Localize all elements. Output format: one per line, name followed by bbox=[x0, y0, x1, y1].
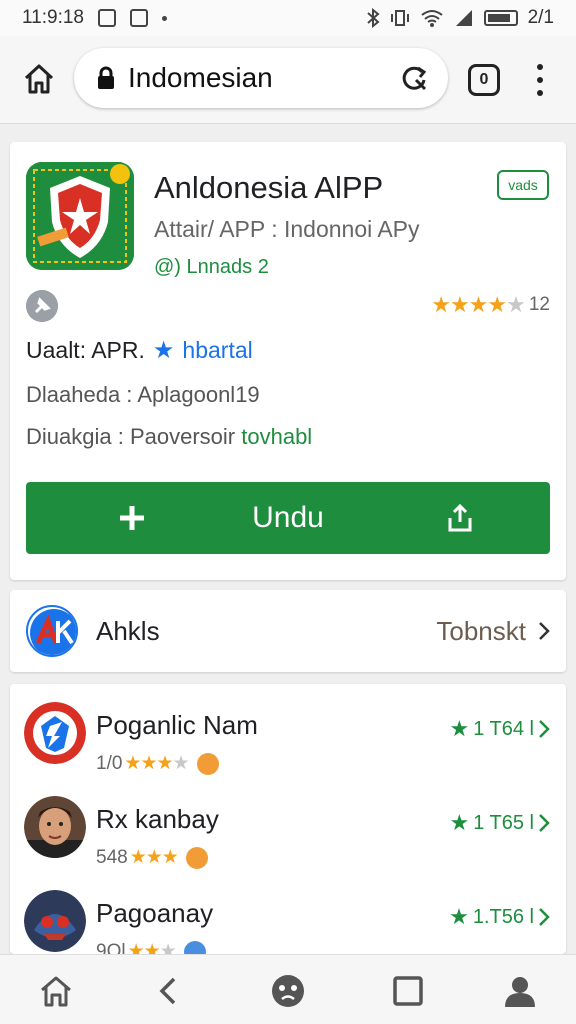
item-name: Pagoanay bbox=[96, 898, 214, 928]
wifi-icon bbox=[420, 10, 443, 27]
share-icon[interactable] bbox=[444, 502, 476, 534]
emoji-icon bbox=[196, 752, 219, 775]
overflow-menu-icon[interactable] bbox=[530, 64, 550, 96]
app-subtitle: Attair/ APP : Indonnoi APy bbox=[154, 216, 420, 242]
app-icon[interactable] bbox=[26, 162, 134, 270]
item-stars: ★★★ bbox=[129, 847, 179, 868]
star-icon: ★ bbox=[449, 904, 469, 929]
chevron-right-icon bbox=[539, 814, 550, 832]
info2-label: Diuakgia : bbox=[26, 424, 124, 449]
ads-link[interactable]: Tobnskt bbox=[436, 616, 550, 647]
chevron-right-icon bbox=[539, 622, 550, 640]
url-text[interactable]: Indomesian bbox=[128, 62, 398, 94]
item-count: 548 bbox=[96, 846, 128, 868]
assistant-icon[interactable] bbox=[270, 973, 306, 1009]
info1-value: Aplagoonl19 bbox=[137, 382, 260, 407]
refresh-icon[interactable] bbox=[398, 62, 430, 94]
item-stars: ★★★★ bbox=[124, 753, 189, 774]
install-label: Undu bbox=[252, 501, 324, 534]
home-icon[interactable] bbox=[38, 973, 74, 1009]
developer-row: Uaalt: APR. ★ hbartal bbox=[26, 336, 253, 365]
install-button[interactable]: Undu bbox=[26, 482, 550, 554]
address-bar[interactable]: Indomesian bbox=[74, 48, 448, 108]
item-score-value: 1 T65 l bbox=[473, 811, 534, 834]
notification-icon bbox=[97, 9, 116, 27]
vibrate-icon bbox=[390, 10, 409, 26]
item-name: Poganlic Nam bbox=[96, 710, 258, 740]
more-notifications-icon bbox=[161, 15, 167, 21]
recent-apps-icon[interactable] bbox=[390, 973, 426, 1009]
ads-section[interactable]: Ahkls Tobnskt bbox=[10, 590, 566, 672]
browser-toolbar: Indomesian 0 bbox=[0, 36, 576, 124]
info2-value: Paoversoir bbox=[129, 424, 236, 449]
ads-icon bbox=[26, 605, 78, 657]
ads-badge: vads bbox=[497, 170, 549, 200]
status-bar: 11:9:18 2/1 bbox=[0, 0, 576, 36]
chevron-right-icon bbox=[539, 908, 550, 926]
item-score: ★ 1 T64 l bbox=[449, 716, 550, 742]
item-score-value: 1 T64 l bbox=[473, 717, 534, 740]
rating-value: 12 bbox=[528, 294, 550, 315]
app-rating: ★★★★★ 12 bbox=[431, 292, 550, 318]
avatar bbox=[24, 890, 86, 952]
bottom-navigation bbox=[0, 954, 576, 1024]
list-item[interactable]: Poganlic Nam 1/0 ★★★★ ★ 1 T64 l bbox=[10, 688, 566, 782]
list-item[interactable]: Rx kanbay 548 ★★★ ★ 1 T65 l bbox=[10, 782, 566, 876]
star-icon: ★ bbox=[449, 716, 470, 741]
ads-title: Ahkls bbox=[96, 615, 160, 646]
developer-label: Uaalt: APR. bbox=[26, 337, 145, 363]
similar-apps-list: Poganlic Nam 1/0 ★★★★ ★ 1 T64 l Rx kanba… bbox=[10, 684, 566, 963]
ads-link-label: Tobnskt bbox=[436, 615, 526, 646]
back-icon[interactable] bbox=[150, 973, 186, 1009]
item-name: Rx kanbay bbox=[96, 804, 219, 834]
item-score-value: 1.T56 l bbox=[472, 905, 534, 928]
signal-icon bbox=[455, 10, 472, 26]
info-row-1: Dlaaheda : Aplagoonl19 bbox=[26, 382, 260, 408]
star-icon: ★ bbox=[449, 810, 470, 835]
app-downloads: @) Lnnads 2 bbox=[154, 256, 269, 278]
item-score: ★ 1.T56 l bbox=[449, 904, 550, 930]
info2-extra[interactable]: tovhabl bbox=[241, 424, 312, 449]
app-details-card: Anldonesia AlPP Attair/ APP : Indonnoi A… bbox=[10, 142, 566, 580]
battery-icon bbox=[483, 10, 518, 26]
pin-icon[interactable] bbox=[26, 290, 58, 322]
account-icon[interactable] bbox=[502, 973, 538, 1009]
app-title: Anldonesia AlPP bbox=[154, 170, 384, 205]
item-rating: 1/0 ★★★★ bbox=[96, 752, 219, 775]
bluetooth-icon bbox=[366, 8, 380, 28]
notification-icon-2 bbox=[129, 9, 148, 27]
developer-link[interactable]: hbartal bbox=[182, 337, 252, 364]
lock-icon bbox=[98, 66, 114, 89]
rating-stars: ★★★★★ bbox=[431, 292, 526, 317]
battery-level: 2/1 bbox=[527, 7, 554, 28]
plus-icon bbox=[120, 506, 144, 530]
star-icon: ★ bbox=[152, 337, 175, 364]
avatar bbox=[24, 796, 86, 858]
item-count: 1/0 bbox=[96, 752, 123, 774]
info-row-2: Diuakgia : Paoversoir tovhabl bbox=[26, 424, 312, 450]
status-time: 11:9:18 bbox=[22, 7, 84, 28]
home-icon[interactable] bbox=[22, 62, 56, 96]
item-score: ★ 1 T65 l bbox=[449, 810, 550, 836]
info1-label: Dlaaheda : bbox=[26, 382, 133, 407]
chevron-right-icon bbox=[539, 720, 550, 738]
item-rating: 548 ★★★ bbox=[96, 846, 208, 869]
emoji-icon bbox=[185, 846, 208, 869]
avatar bbox=[24, 702, 86, 764]
tabs-button[interactable]: 0 bbox=[468, 64, 500, 96]
